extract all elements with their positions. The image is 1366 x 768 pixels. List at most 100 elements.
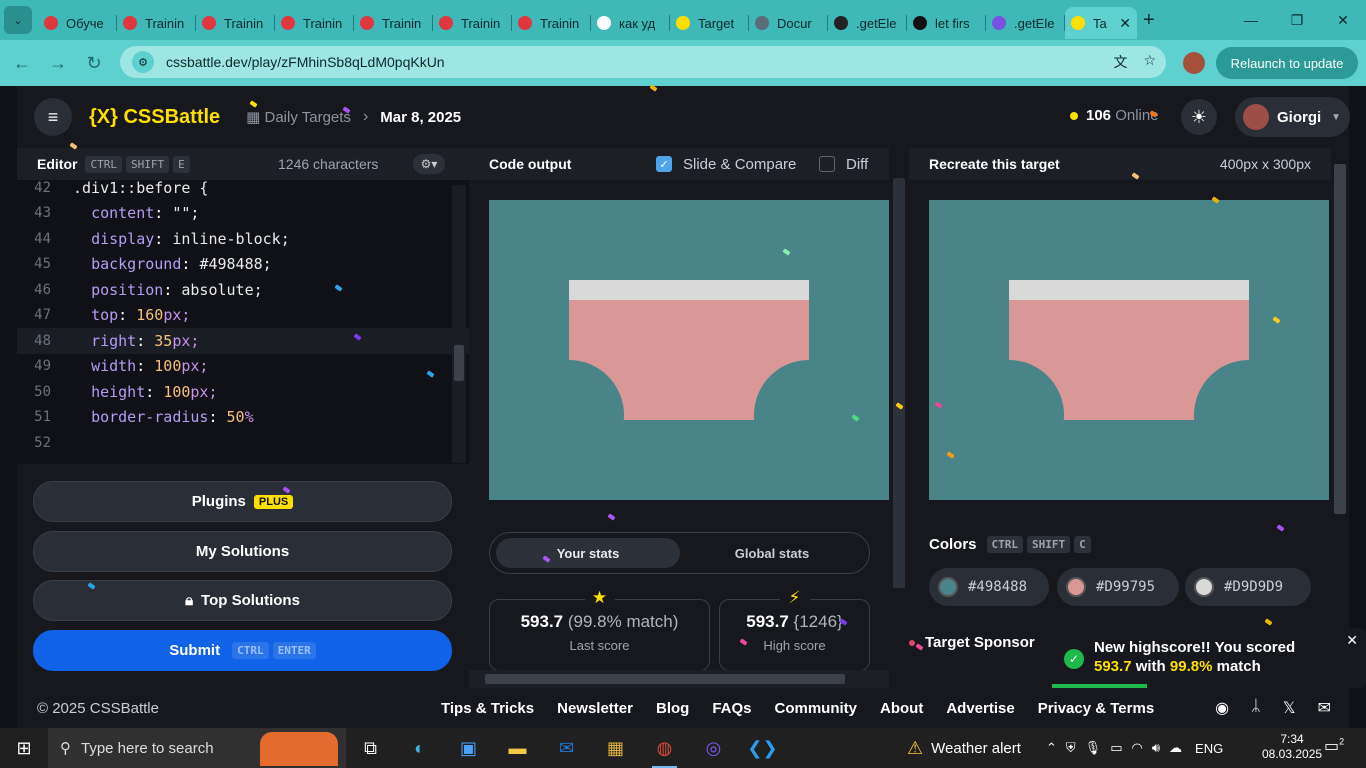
plugins-button[interactable]: Plugins PLUS bbox=[33, 481, 452, 522]
cssbattle-logo[interactable]: {X} CSSBattle bbox=[89, 106, 220, 129]
lightning-icon: ⚡ bbox=[779, 588, 810, 608]
tab-global-stats[interactable]: Global stats bbox=[680, 538, 864, 568]
color-chip[interactable]: #D99795 bbox=[1057, 568, 1179, 606]
footer-link[interactable]: Community bbox=[775, 700, 858, 717]
footer-link[interactable]: Advertise bbox=[946, 700, 1014, 717]
store-icon[interactable]: ▣ bbox=[444, 728, 493, 768]
forward-button[interactable]: → bbox=[40, 53, 76, 74]
editor-scrollbar[interactable] bbox=[452, 185, 466, 463]
clock[interactable]: 7:34 08.03.2025 bbox=[1262, 732, 1322, 762]
browser-tab[interactable]: Trainin bbox=[512, 7, 591, 39]
microphone-icon[interactable]: 🎙︎ bbox=[1085, 740, 1102, 756]
edge-icon[interactable]: ◐ bbox=[395, 728, 444, 768]
user-menu[interactable]: Giorgi ▼ bbox=[1235, 97, 1350, 137]
x-twitter-icon[interactable]: 𝕏 bbox=[1283, 698, 1296, 718]
shape-right-circle bbox=[1194, 360, 1304, 470]
diff-checkbox[interactable]: Diff bbox=[819, 156, 868, 173]
theme-toggle-sun-icon[interactable]: ☀ bbox=[1181, 99, 1217, 135]
color-chip[interactable]: #D9D9D9 bbox=[1185, 568, 1311, 606]
notifications-icon[interactable]: ▭2 bbox=[1324, 736, 1344, 756]
tab-search-button[interactable]: ⌄ bbox=[4, 6, 32, 34]
footer-link[interactable]: Tips & Tricks bbox=[441, 700, 534, 717]
wifi-icon[interactable]: ◠ bbox=[1131, 740, 1142, 756]
browser-tab[interactable]: Trainin bbox=[354, 7, 433, 39]
color-chip[interactable]: #498488 bbox=[929, 568, 1049, 606]
discord-icon[interactable]: ◉ bbox=[1215, 698, 1229, 718]
windows-start-icon[interactable]: ⊞ bbox=[0, 728, 48, 768]
browser-tab[interactable]: Target bbox=[670, 7, 749, 39]
tab-your-stats[interactable]: Your stats bbox=[496, 538, 680, 568]
scrollbar-thumb[interactable] bbox=[1334, 164, 1346, 514]
vscode-icon[interactable]: ❮❯ bbox=[738, 728, 787, 768]
browser-tab[interactable]: Trainin bbox=[433, 7, 512, 39]
weather-label: Weather alert bbox=[931, 739, 1021, 757]
css-unit: px; bbox=[163, 306, 191, 325]
browser-tab[interactable]: .getEle bbox=[986, 7, 1065, 39]
output-vscrollbar[interactable] bbox=[889, 148, 909, 688]
back-button[interactable]: ← bbox=[4, 53, 40, 74]
chrome-icon[interactable]: ◍ bbox=[640, 728, 689, 768]
footer-link[interactable]: Blog bbox=[656, 700, 689, 717]
footer-link[interactable]: FAQs bbox=[712, 700, 751, 717]
code-line: 45 background: #498488; bbox=[17, 252, 469, 278]
breadcrumb-daily-targets[interactable]: ▦ Daily Targets bbox=[246, 108, 351, 126]
slide-compare-checkbox[interactable]: ✓ Slide & Compare bbox=[656, 156, 796, 173]
footer-link[interactable]: Newsletter bbox=[557, 700, 633, 717]
top-solutions-button[interactable]: 🔒︎ Top Solutions bbox=[33, 580, 452, 621]
bluesky-icon[interactable]: ᛦ bbox=[1251, 698, 1261, 718]
new-tab-button[interactable]: + bbox=[1143, 9, 1155, 32]
browser-tab[interactable]: Trainin bbox=[275, 7, 354, 39]
online-dot-icon bbox=[1070, 112, 1078, 120]
discord-app-icon[interactable]: ◎ bbox=[689, 728, 738, 768]
browser-tab[interactable]: let firs bbox=[907, 7, 986, 39]
submit-button[interactable]: Submit CTRL ENTER bbox=[33, 630, 452, 671]
minimize-button[interactable]: — bbox=[1228, 0, 1274, 40]
browser-tab[interactable]: .getEle bbox=[828, 7, 907, 39]
mail-icon[interactable]: ✉ bbox=[1318, 698, 1331, 718]
menu-icon[interactable]: ≡ bbox=[34, 98, 72, 136]
app-icon[interactable]: ▦ bbox=[591, 728, 640, 768]
close-window-button[interactable]: ✕ bbox=[1320, 0, 1366, 40]
volume-icon[interactable]: 🔊︎ bbox=[1152, 740, 1160, 756]
chevron-up-icon[interactable]: ⌃ bbox=[1046, 740, 1057, 756]
browser-tab[interactable]: Обуче bbox=[38, 7, 117, 39]
translate-icon[interactable]: 文 bbox=[1113, 52, 1127, 72]
battery-icon[interactable]: ▭ bbox=[1110, 740, 1122, 756]
reload-button[interactable]: ↻ bbox=[76, 53, 112, 74]
defender-icon[interactable]: ⛨ bbox=[1066, 740, 1076, 756]
browser-tab[interactable]: как уд bbox=[591, 7, 670, 39]
tab-title: .getEle bbox=[856, 15, 897, 31]
url-field[interactable]: ⚙ cssbattle.dev/play/zFMhinSb8qLdM0pqKkU… bbox=[120, 46, 1166, 78]
code-line: 47 top: 160px; bbox=[17, 303, 469, 329]
my-solutions-button[interactable]: My Solutions bbox=[33, 531, 452, 572]
taskbar-search[interactable]: ⚲ Type here to search bbox=[48, 728, 346, 768]
close-icon[interactable]: ✕ bbox=[1346, 632, 1358, 649]
close-tab-icon[interactable]: ✕ bbox=[1119, 15, 1131, 32]
browser-tab[interactable]: Ta ✕ bbox=[1065, 7, 1137, 39]
browser-tab[interactable]: Trainin bbox=[117, 7, 196, 39]
code-line: 49 width: 100px; bbox=[17, 354, 469, 380]
onedrive-icon[interactable]: ☁ bbox=[1169, 740, 1182, 756]
footer-link[interactable]: About bbox=[880, 700, 923, 717]
editor-settings-gear-icon[interactable]: ⚙▾ bbox=[413, 154, 445, 174]
browser-tab[interactable]: Trainin bbox=[196, 7, 275, 39]
scrollbar-thumb[interactable] bbox=[454, 345, 464, 381]
scrollbar-thumb[interactable] bbox=[485, 674, 845, 684]
relaunch-button[interactable]: Relaunch to update bbox=[1216, 47, 1358, 79]
scrollbar-thumb[interactable] bbox=[893, 178, 905, 588]
site-info-icon[interactable]: ⚙ bbox=[132, 51, 154, 73]
maximize-button[interactable]: ❐ bbox=[1274, 0, 1320, 40]
task-view-icon[interactable]: ⧉ bbox=[346, 728, 395, 768]
language-indicator[interactable]: ENG bbox=[1195, 741, 1223, 756]
browser-profile-avatar[interactable] bbox=[1183, 52, 1205, 74]
outlook-icon[interactable]: ✉ bbox=[542, 728, 591, 768]
code-editor[interactable]: 42 .div1::before {43 content: ""; 44 displ… bbox=[17, 179, 469, 464]
file-explorer-icon[interactable]: ▬ bbox=[493, 728, 542, 768]
bookmark-star-icon[interactable]: ☆ bbox=[1143, 52, 1156, 72]
weather-widget[interactable]: ⚠ Weather alert bbox=[907, 728, 1021, 768]
output-hscrollbar[interactable] bbox=[469, 670, 889, 688]
output-canvas[interactable] bbox=[489, 200, 889, 500]
browser-tab[interactable]: Docur bbox=[749, 7, 828, 39]
target-scrollbar[interactable] bbox=[1331, 148, 1349, 688]
footer-link[interactable]: Privacy & Terms bbox=[1038, 700, 1154, 717]
